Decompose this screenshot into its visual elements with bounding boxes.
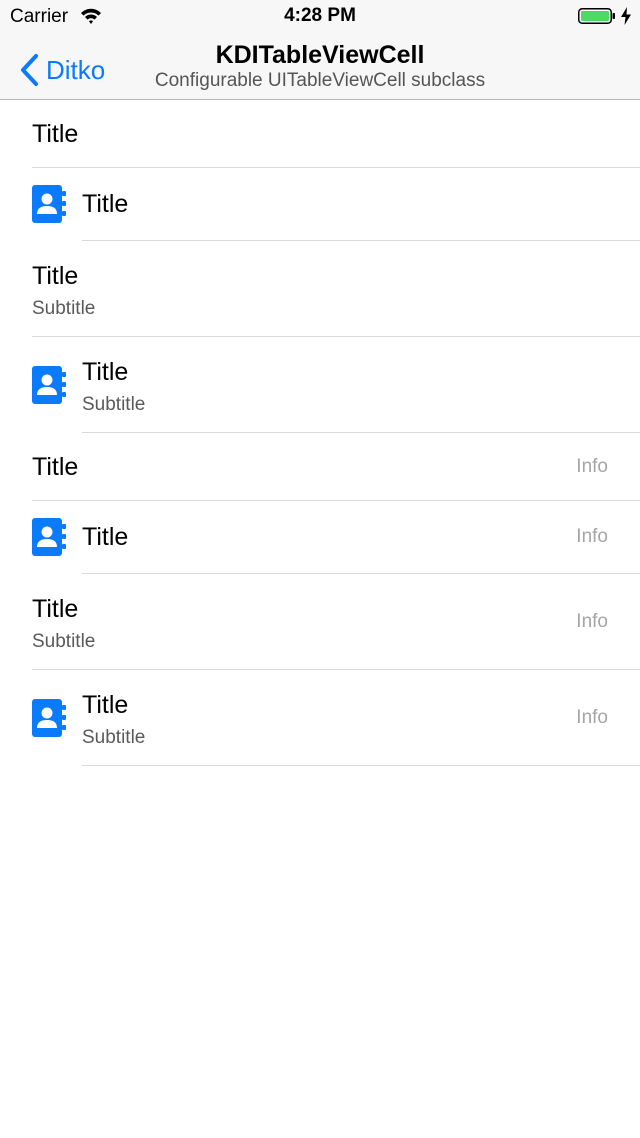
table-row[interactable]: Title Info xyxy=(0,501,640,574)
charging-bolt-icon xyxy=(621,7,631,25)
cell-title: Title xyxy=(82,358,129,386)
cell-info: Info xyxy=(576,611,608,632)
table-row[interactable]: Title Subtitle xyxy=(0,337,640,433)
cell-title: Title xyxy=(82,691,129,719)
cell-info: Info xyxy=(576,456,608,477)
table-row[interactable]: Title Subtitle Info xyxy=(0,574,640,670)
navigation-bar: KDITableViewCell Configurable UITableVie… xyxy=(0,40,640,100)
chevron-left-icon xyxy=(21,54,38,86)
cell-title: Title xyxy=(32,262,79,290)
row-separator xyxy=(82,765,640,766)
cell-title: Title xyxy=(82,523,129,551)
cell-info: Info xyxy=(576,526,608,547)
status-bar: Carrier 4:28 PM xyxy=(0,0,640,40)
table-view: Title Title Title Subtitle Title Subtitl… xyxy=(0,100,640,766)
table-row[interactable]: Title Info xyxy=(0,433,640,501)
cell-subtitle: Subtitle xyxy=(82,394,146,415)
clock: 4:28 PM xyxy=(284,5,356,26)
back-button-label: Ditko xyxy=(46,54,106,85)
cell-title: Title xyxy=(32,595,79,623)
contacts-book-icon xyxy=(32,518,66,556)
cell-subtitle: Subtitle xyxy=(82,727,146,748)
cell-subtitle: Subtitle xyxy=(32,298,96,319)
table-row[interactable]: Title Subtitle xyxy=(0,241,640,337)
contacts-book-icon xyxy=(32,699,66,737)
contacts-book-icon xyxy=(32,185,66,223)
battery-icon xyxy=(578,8,615,24)
cell-title: Title xyxy=(82,190,129,218)
cell-info: Info xyxy=(576,707,608,728)
contacts-book-icon xyxy=(32,366,66,404)
cell-title: Title xyxy=(32,453,79,481)
cell-title: Title xyxy=(32,120,79,148)
back-button[interactable]: Ditko xyxy=(18,50,105,90)
cell-subtitle: Subtitle xyxy=(32,631,96,652)
table-row[interactable]: Title xyxy=(0,168,640,241)
table-row[interactable]: Title xyxy=(0,100,640,168)
table-row[interactable]: Title Subtitle Info xyxy=(0,670,640,766)
